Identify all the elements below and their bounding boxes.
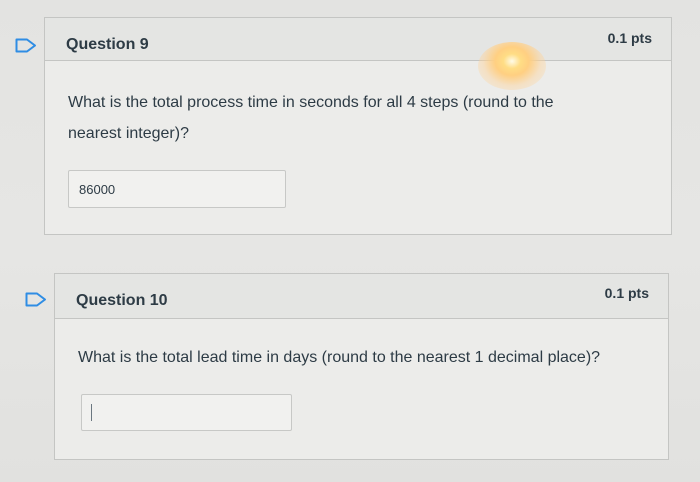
- question-10-text: What is the total lead time in days (rou…: [78, 349, 601, 366]
- question-9-text-line-2: nearest integer)?: [68, 125, 189, 142]
- light-glare: [478, 42, 546, 90]
- question-9-title: Question 9: [66, 36, 149, 53]
- question-9-answer-input[interactable]: 86000: [68, 170, 286, 208]
- question-10-card: Question 10 0.1 pts What is the total le…: [54, 273, 669, 460]
- question-9-card: Question 9 0.1 pts What is the total pro…: [44, 17, 672, 235]
- question-9-points: 0.1 pts: [607, 30, 652, 46]
- flag-question-10-icon[interactable]: [25, 292, 47, 307]
- question-10-header: Question 10 0.1 pts: [55, 274, 668, 319]
- flag-question-9-icon[interactable]: [15, 38, 37, 53]
- question-9-text-line-1: What is the total process time in second…: [68, 94, 554, 111]
- question-9-header: Question 9 0.1 pts: [45, 18, 671, 61]
- text-cursor: [91, 404, 92, 421]
- question-10-title: Question 10: [76, 292, 168, 309]
- question-10-points: 0.1 pts: [604, 285, 649, 301]
- question-10-answer-input[interactable]: [81, 394, 292, 431]
- question-9-text: What is the total process time in second…: [68, 87, 658, 149]
